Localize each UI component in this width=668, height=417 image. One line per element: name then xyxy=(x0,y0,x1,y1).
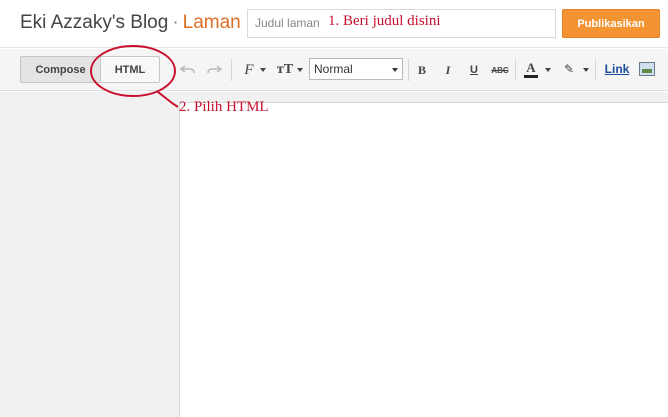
html-mode-button[interactable]: HTML xyxy=(100,56,160,83)
bold-icon[interactable]: B xyxy=(416,61,428,79)
chevron-down-icon[interactable] xyxy=(583,68,589,72)
chevron-down-icon xyxy=(392,68,398,72)
chevron-down-icon[interactable] xyxy=(297,68,303,72)
post-body-editor[interactable] xyxy=(179,102,668,417)
redo-icon[interactable] xyxy=(206,61,222,79)
toolbar-divider xyxy=(515,59,516,81)
insert-link-button[interactable]: Link xyxy=(603,60,631,78)
font-family-icon[interactable]: F xyxy=(239,61,259,79)
insert-image-icon[interactable] xyxy=(639,62,655,76)
toolbar-divider xyxy=(595,59,596,81)
page-title-placeholder: Judul laman xyxy=(255,16,320,30)
left-panel xyxy=(0,92,180,417)
italic-icon[interactable]: I xyxy=(443,61,453,79)
paragraph-style-value: Normal xyxy=(314,62,353,76)
chevron-down-icon[interactable] xyxy=(260,68,266,72)
underline-icon[interactable]: U xyxy=(468,61,480,79)
strikethrough-icon[interactable]: ABC xyxy=(491,61,509,79)
toolbar-divider xyxy=(231,59,232,81)
undo-icon[interactable] xyxy=(180,61,196,79)
blog-title: Eki Azzaky's Blog · Laman xyxy=(20,12,241,34)
paragraph-style-select[interactable]: Normal xyxy=(309,58,403,80)
highlight-icon[interactable]: ✎ xyxy=(562,60,576,78)
blog-name[interactable]: Eki Azzaky's Blog xyxy=(20,12,168,33)
annotation-step-2: 2. Pilih HTML xyxy=(179,99,269,115)
editor-header: Eki Azzaky's Blog · Laman Judul laman 1. B… xyxy=(0,0,668,48)
page-title-input[interactable]: Judul laman 1. Beri judul disini xyxy=(247,9,556,38)
toolbar-divider xyxy=(408,59,409,81)
font-size-icon[interactable]: тT xyxy=(276,61,294,79)
title-separator: · xyxy=(172,12,179,33)
publish-button[interactable]: Publikasikan xyxy=(562,9,660,38)
chevron-down-icon[interactable] xyxy=(545,68,551,72)
section-name: Laman xyxy=(182,12,241,33)
compose-mode-button[interactable]: Compose xyxy=(20,56,101,83)
annotation-step-1: 1. Beri judul disini xyxy=(328,13,441,29)
text-color-swatch xyxy=(524,75,538,78)
